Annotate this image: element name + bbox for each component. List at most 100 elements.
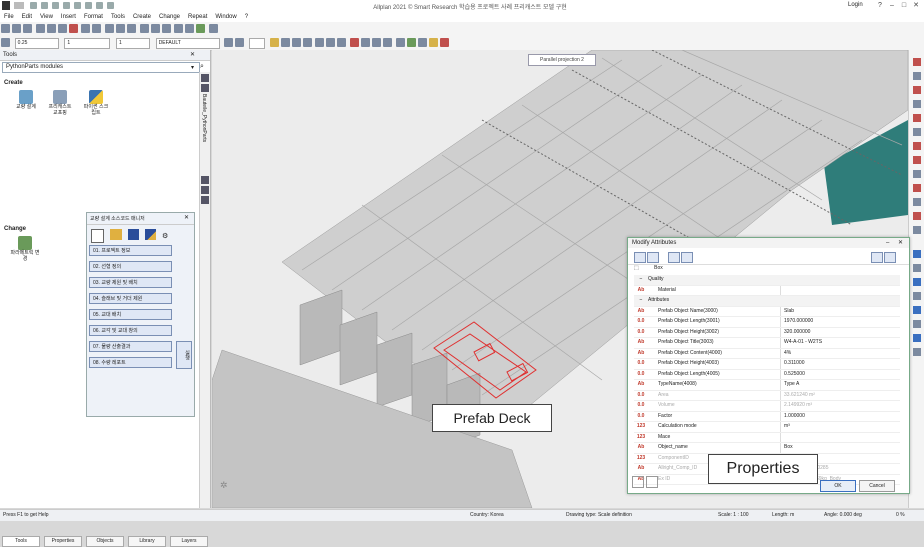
menu-item-pier[interactable]: 06. 교각 및 교대 창의 xyxy=(89,325,172,336)
menu-item-abutment[interactable]: 05. 교대 배치 xyxy=(89,309,172,320)
attribute-row[interactable]: 0.0 Prefab Object Height(4003) 0.311000 xyxy=(634,359,900,370)
back-icon[interactable] xyxy=(634,252,646,263)
layer-icon[interactable] xyxy=(201,176,209,184)
ok-button[interactable]: OK xyxy=(820,480,856,492)
text-icon[interactable] xyxy=(315,38,325,47)
favorites-icon[interactable] xyxy=(668,252,680,263)
delete-icon[interactable] xyxy=(68,24,78,33)
tab-tools[interactable]: Tools xyxy=(2,536,40,547)
cut-icon[interactable] xyxy=(35,24,45,33)
save-icon[interactable] xyxy=(52,2,59,9)
attribute-row[interactable]: 123 Mace xyxy=(634,432,900,443)
line-type-select[interactable]: 1 xyxy=(64,38,111,49)
attribute-value[interactable]: 0.311000 xyxy=(780,359,896,369)
attribute-row[interactable]: Ab Material xyxy=(634,285,900,296)
attribute-value[interactable]: 0.525000 xyxy=(780,369,896,379)
attribute-row[interactable]: 0.0 Volume 2.149920 m³ xyxy=(634,401,900,412)
cancel-button[interactable]: Cancel xyxy=(859,480,895,492)
copy-icon[interactable] xyxy=(46,24,56,33)
filter-icon[interactable] xyxy=(201,84,209,92)
redo-icon[interactable] xyxy=(74,2,81,9)
module-select[interactable]: PythonParts modules ▾ xyxy=(2,62,200,73)
login-link[interactable]: Login xyxy=(848,2,863,8)
color-select[interactable]: 1 xyxy=(116,38,151,49)
menu-format[interactable]: Format xyxy=(80,12,107,22)
search-icon[interactable]: ⌕ xyxy=(200,63,204,71)
animation-icon[interactable] xyxy=(185,24,195,33)
status-length[interactable]: Length: m xyxy=(772,510,794,521)
save-favorites-icon[interactable] xyxy=(632,476,644,488)
create-item-bridge[interactable]: 교량 설계 xyxy=(14,90,38,110)
view-icon[interactable] xyxy=(174,24,184,33)
grid-icon[interactable] xyxy=(280,38,290,47)
attribute-row[interactable]: Ab Prefab Object Content(4000) 4% xyxy=(634,348,900,359)
open-files-icon[interactable] xyxy=(23,24,32,33)
status-scale[interactable]: Scale: 1 : 100 xyxy=(718,510,749,521)
match-icon[interactable] xyxy=(105,24,115,33)
project-icon[interactable] xyxy=(1,24,10,33)
bridge-menu-titlebar[interactable]: 교량 설계 소스코드 매니저 ✕ xyxy=(87,213,194,225)
new-icon[interactable] xyxy=(30,2,37,9)
change-item-modify[interactable]: 파라메트릭 변경 xyxy=(10,236,40,262)
menu-create[interactable]: Create xyxy=(129,12,155,22)
layer-properties-icon[interactable] xyxy=(224,38,234,47)
ortho-icon[interactable] xyxy=(291,38,301,47)
load-favorites-icon[interactable] xyxy=(646,476,658,488)
fill-icon[interactable] xyxy=(372,38,382,47)
status-drawing-type[interactable]: Drawing type: Scale definition xyxy=(566,510,632,521)
label-icon[interactable] xyxy=(337,38,347,47)
attribute-value[interactable]: Slab xyxy=(780,306,896,316)
maximize-button[interactable]: □ xyxy=(898,1,910,10)
print-icon[interactable] xyxy=(85,2,92,9)
navigation-icon[interactable]: ✲ xyxy=(220,480,228,491)
attribute-row[interactable]: 0.0 Prefab Object Height(3002) 320.000000 xyxy=(634,327,900,338)
attribute-row[interactable]: Ab TypeName(4008) Type A xyxy=(634,380,900,391)
minimize-button[interactable]: – xyxy=(886,1,898,10)
menu-window[interactable]: Window xyxy=(211,12,240,22)
menu-help[interactable]: ? xyxy=(241,12,252,22)
render-icon[interactable] xyxy=(196,24,206,33)
menu-item-slab-girder[interactable]: 04. 슬래브 및 거더 제원 xyxy=(89,293,172,304)
attribute-row[interactable]: 0.0 Area 33.621240 m² xyxy=(634,390,900,401)
attribute-value[interactable]: 33.621240 m² xyxy=(780,390,896,400)
import-icon[interactable] xyxy=(871,252,883,263)
pen-thickness-select[interactable]: 0.25 xyxy=(14,38,59,49)
menu-item-alignment[interactable]: 02. 선형 정의 xyxy=(89,261,172,272)
layout-icon[interactable] xyxy=(417,38,427,47)
menu-item-quantity-result[interactable]: 07. 물량 산출결과 xyxy=(89,341,172,352)
format-select[interactable] xyxy=(249,38,266,49)
save-disk-icon[interactable] xyxy=(128,229,139,240)
options-icon[interactable] xyxy=(96,2,103,9)
menu-tools[interactable]: Tools xyxy=(107,12,129,22)
attribute-value[interactable]: m³ xyxy=(780,422,896,432)
collapse-icon[interactable]: − xyxy=(634,296,648,306)
viewport-title[interactable]: Parallel projection 2 xyxy=(528,54,596,66)
tab-layers[interactable]: Layers xyxy=(170,536,208,547)
minimize-icon[interactable]: – xyxy=(886,238,889,248)
attribute-value[interactable]: 4% xyxy=(780,348,896,358)
object-icon[interactable] xyxy=(350,38,360,47)
menu-view[interactable]: View xyxy=(36,12,57,22)
dropdown-icon[interactable] xyxy=(107,2,114,9)
attribute-value[interactable]: 2.149920 m³ xyxy=(780,401,896,411)
plot-icon[interactable] xyxy=(406,38,416,47)
attribute-value[interactable]: 320.000000 xyxy=(780,327,896,337)
settings-icon[interactable]: ⚙ xyxy=(162,232,170,240)
undo-toolbar-icon[interactable] xyxy=(81,24,91,33)
application-menu-icon[interactable] xyxy=(14,2,24,9)
status-angle[interactable]: Angle: 0.000 deg xyxy=(824,510,862,521)
export-icon[interactable] xyxy=(884,252,896,263)
drawing-files-icon[interactable] xyxy=(12,24,21,33)
tab-library[interactable]: Library xyxy=(128,536,166,547)
paste-icon[interactable] xyxy=(57,24,67,33)
menu-item-bridge-spec[interactable]: 03. 교량 제원 및 배치 xyxy=(89,277,172,288)
menu-file[interactable]: File xyxy=(0,12,18,22)
filter-icon[interactable] xyxy=(647,252,659,263)
tab-properties[interactable]: Properties xyxy=(44,536,82,547)
folder-icon[interactable] xyxy=(428,38,438,47)
attribute-row[interactable]: 0.0 Prefab Object Length(4005) 0.525000 xyxy=(634,369,900,380)
zoom-out-icon[interactable] xyxy=(150,24,160,33)
new-file-icon[interactable] xyxy=(91,229,104,243)
zoom-in-icon[interactable] xyxy=(139,24,149,33)
grid-view-icon[interactable] xyxy=(201,196,209,204)
